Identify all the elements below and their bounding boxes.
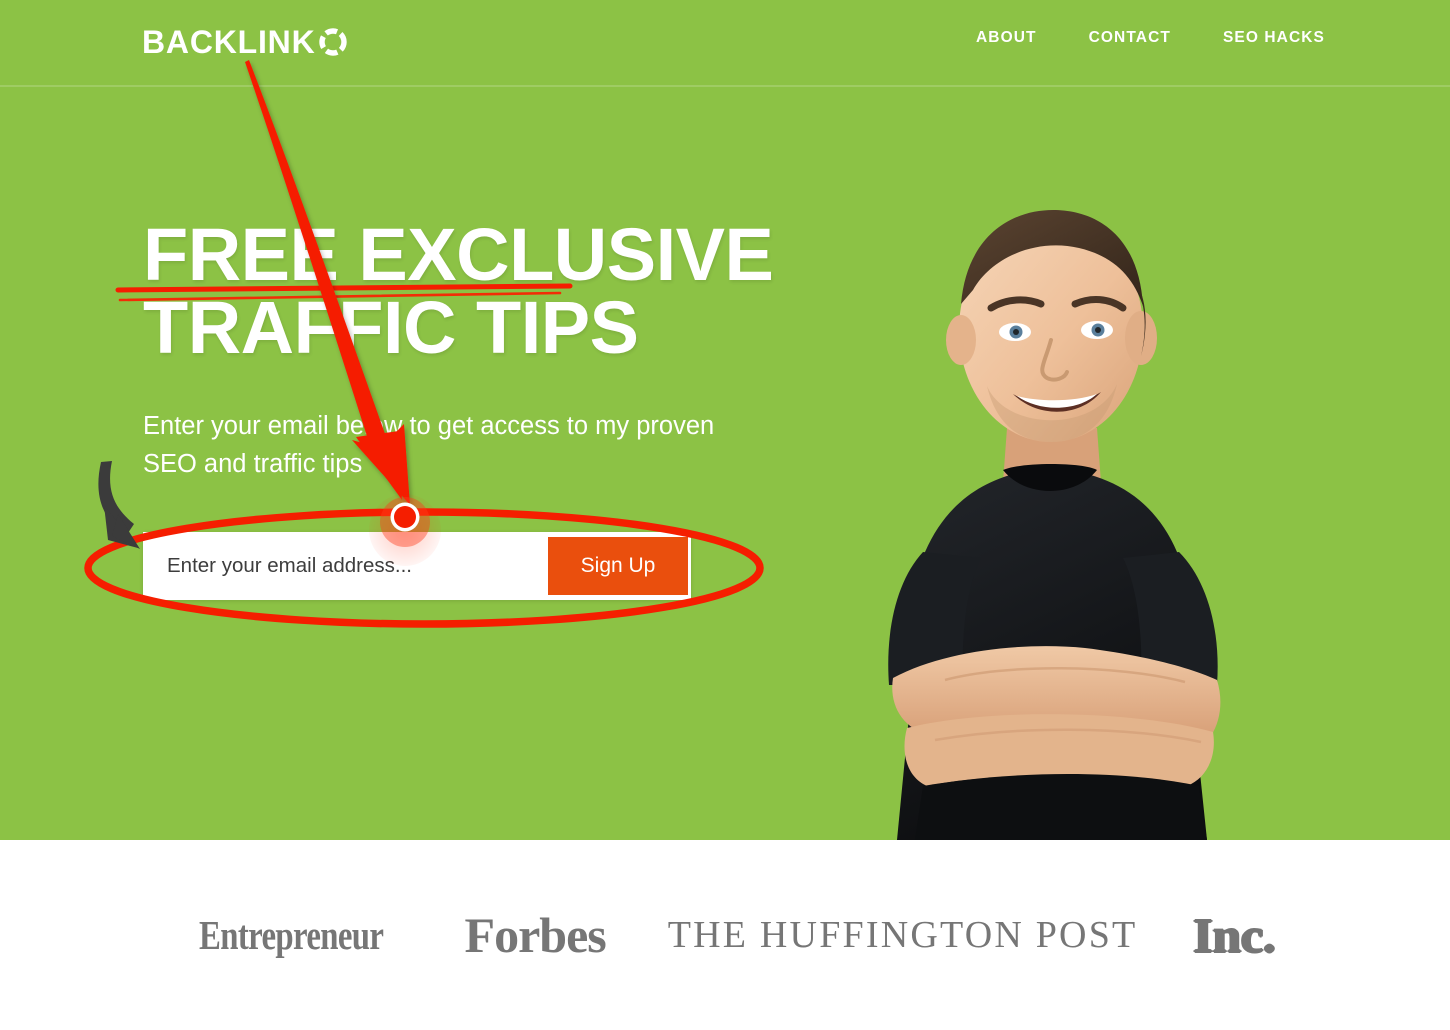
- headline-line-1: FREE EXCLUSIVE: [143, 213, 774, 296]
- page-title: FREE EXCLUSIVE TRAFFIC TIPS: [143, 213, 774, 370]
- nav-item-seo-hacks[interactable]: SEO HACKS: [1223, 29, 1325, 47]
- site-header: BACKLINK ABOUT CONTACT SEO HACKS: [0, 0, 1450, 85]
- dashed-ring-o-icon: [318, 27, 348, 57]
- hero-section: BACKLINK ABOUT CONTACT SEO HACKS FREE EX…: [0, 0, 1450, 840]
- press-logo-entrepreneur: Entrepreneur: [199, 912, 384, 958]
- page-root: BACKLINK ABOUT CONTACT SEO HACKS FREE EX…: [0, 0, 1450, 1030]
- press-logos-section: Entrepreneur Forbes THE HUFFINGTON POST …: [0, 840, 1450, 1030]
- sign-up-button[interactable]: Sign Up: [548, 537, 688, 595]
- hero-subheadline: Enter your email below to get access to …: [143, 412, 715, 478]
- press-logo-inc: Inc.: [1193, 907, 1276, 963]
- logo-wordmark: BACKLINK: [142, 24, 316, 60]
- press-logo-forbes: Forbes: [464, 907, 607, 963]
- email-input[interactable]: [143, 533, 533, 599]
- headline-line-2: TRAFFIC TIPS: [143, 286, 639, 370]
- site-logo[interactable]: BACKLINK: [142, 22, 348, 62]
- main-navigation: ABOUT CONTACT SEO HACKS: [976, 29, 1325, 47]
- press-logo-huffington-post: THE HUFFINGTON POST: [667, 914, 1138, 956]
- header-divider: [0, 85, 1450, 87]
- email-signup-form: Sign Up: [143, 532, 691, 600]
- nav-item-contact[interactable]: CONTACT: [1089, 29, 1171, 47]
- hero-portrait-image: [835, 180, 1335, 840]
- nav-item-about[interactable]: ABOUT: [976, 29, 1037, 47]
